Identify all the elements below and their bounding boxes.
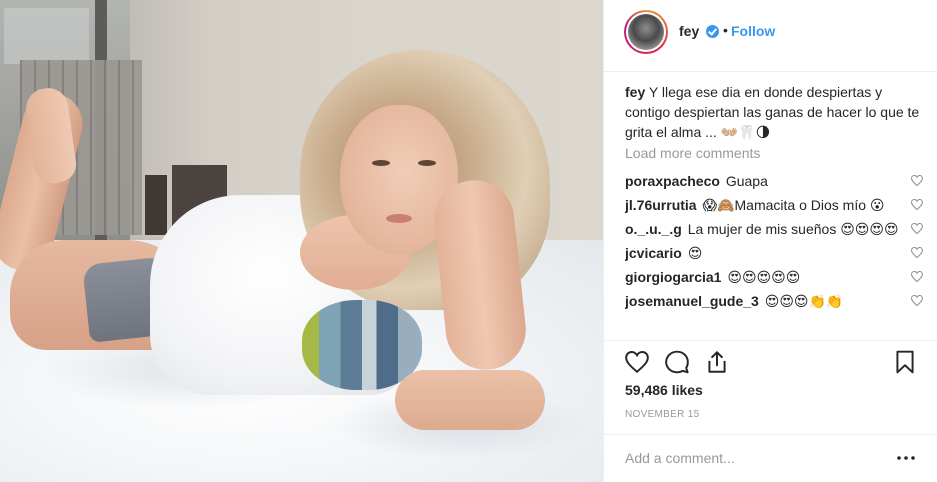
comment-item: josemanuel_gude_3 😍😍😍👏👏 [625, 291, 925, 311]
comment-text: La mujer de mis sueños 😍😍😍😍 [687, 221, 899, 237]
heart-icon[interactable] [624, 349, 650, 375]
comment-like-heart-icon[interactable] [911, 295, 923, 306]
add-comment-input[interactable] [625, 448, 875, 468]
share-icon[interactable] [704, 349, 730, 375]
comment-username[interactable]: jl.76urrutia [625, 197, 697, 213]
comment-like-heart-icon[interactable] [911, 175, 923, 186]
comment-username[interactable]: poraxpacheco [625, 173, 720, 189]
post-actions-section: 59,486 likes NOVEMBER 15 [604, 340, 937, 482]
comment-text: 😍 [687, 245, 703, 261]
post-date: NOVEMBER 15 [625, 409, 700, 420]
author-avatar[interactable] [624, 10, 668, 54]
header-separator: • [723, 22, 728, 38]
likes-count[interactable]: 59,486 likes [625, 382, 703, 398]
caption-username[interactable]: fey [625, 84, 645, 100]
comment-item: poraxpacheco Guapa [625, 171, 925, 191]
comment-text: Guapa [725, 173, 768, 189]
comment-text: 😍😍😍😍😍 [727, 269, 801, 285]
comment-item: jcvicario 😍 [625, 243, 925, 263]
load-more-comments-button[interactable]: Load more comments [625, 145, 760, 161]
author-username[interactable]: fey [679, 23, 699, 39]
comment-username[interactable]: giorgiogarcia1 [625, 269, 721, 285]
comment-like-heart-icon[interactable] [911, 247, 923, 258]
comment-username[interactable]: jcvicario [625, 245, 682, 261]
photo-pillow [302, 300, 422, 390]
comment-text: 😍😍😍👏👏 [764, 293, 844, 309]
comment-like-heart-icon[interactable] [911, 199, 923, 210]
post-header: fey • Follow [604, 0, 937, 72]
follow-button[interactable]: Follow [731, 23, 775, 39]
more-options-icon[interactable] [894, 448, 918, 468]
post-caption: fey Y llega ese dia en donde despiertas … [625, 82, 920, 142]
comment-icon[interactable] [664, 349, 690, 375]
post-photo[interactable] [0, 0, 603, 482]
comment-like-heart-icon[interactable] [911, 271, 923, 282]
comment-username[interactable]: o._.u._.g [625, 221, 682, 237]
comment-username[interactable]: josemanuel_gude_3 [625, 293, 759, 309]
comment-text: 😱🙈Mamacita o Dios mío 😮 [702, 197, 885, 213]
comment-item: giorgiogarcia1 😍😍😍😍😍 [625, 267, 925, 287]
comment-item: o._.u._.g La mujer de mis sueños 😍😍😍😍 [625, 219, 925, 239]
bookmark-icon[interactable] [892, 349, 918, 375]
comment-item: jl.76urrutia 😱🙈Mamacita o Dios mío 😮 [625, 195, 925, 215]
caption-text: Y llega ese dia en donde despiertas y co… [625, 84, 920, 140]
comment-like-heart-icon[interactable] [911, 223, 923, 234]
post-side-panel: fey • Follow fey Y llega ese dia en dond… [603, 0, 937, 482]
comments-list: poraxpacheco Guapa jl.76urrutia 😱🙈Mamaci… [625, 171, 925, 341]
verified-badge-icon [706, 25, 719, 38]
add-comment-bar [604, 434, 937, 482]
